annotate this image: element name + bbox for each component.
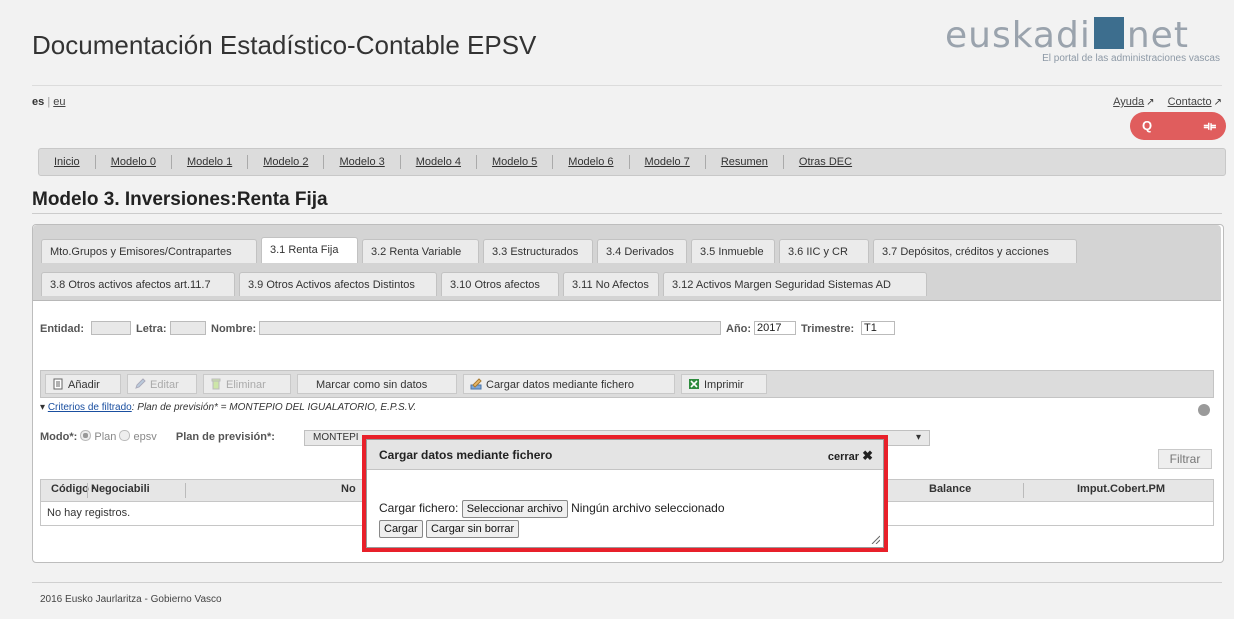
footer-divider <box>32 582 1222 583</box>
radio-plan-label: Plan <box>94 431 117 443</box>
dropdown-arrow-icon: ▾ <box>915 432 921 443</box>
contact-link[interactable]: Contacto <box>1168 96 1212 108</box>
nombre-input[interactable] <box>259 321 721 335</box>
utility-links: Ayuda ↗ Contacto ↗ <box>1103 96 1222 108</box>
criteria-toggle-icon[interactable] <box>1198 404 1210 416</box>
tab-derivados[interactable]: 3.4 Derivados <box>597 239 687 263</box>
lang-separator: | <box>47 96 51 108</box>
tab-renta-variable[interactable]: 3.2 Renta Variable <box>362 239 479 263</box>
trash-icon <box>211 378 221 390</box>
pencil-icon <box>135 378 146 389</box>
header-divider <box>32 85 1222 86</box>
col-imput-cobert[interactable]: Imput.Cobert.PM <box>1077 483 1165 495</box>
trimestre-label: Trimestre: <box>801 323 855 335</box>
plan-prevision-label: Plan de previsión*: <box>175 431 275 443</box>
excel-icon <box>689 379 699 389</box>
login-icon: ⟚ <box>1203 118 1216 133</box>
modo-row: Modo*: Plan epsv Plan de previsión*: <box>40 430 275 443</box>
tab-depositos[interactable]: 3.7 Depósitos, créditos y acciones <box>873 239 1077 263</box>
col-negociabilidad[interactable]: Negociabili <box>91 483 150 495</box>
col-nombre[interactable]: No <box>341 483 356 495</box>
main-nav: Inicio Modelo 0 Modelo 1 Modelo 2 Modelo… <box>38 148 1226 176</box>
tabs-container: Mto.Grupos y Emisores/Contrapartes 3.1 R… <box>33 225 1221 301</box>
nav-modelo-4[interactable]: Modelo 4 <box>401 155 478 169</box>
col-codigo[interactable]: Código · <box>51 483 96 495</box>
highlight-frame <box>362 435 888 552</box>
section-title: Modelo 3. Inversiones:Renta Fija <box>32 189 328 210</box>
tab-otros-activos-11-7[interactable]: 3.8 Otros activos afectos art.11.7 <box>41 272 235 296</box>
document-icon <box>53 378 63 390</box>
euskadi-net-logo[interactable]: euskadi net El portal de las administraci… <box>945 15 1230 73</box>
action-toolbar: Añadir Editar Eliminar Marcar como sin d… <box>40 370 1214 398</box>
radio-epsv[interactable] <box>119 430 131 441</box>
language-switcher: es | eu <box>32 96 65 108</box>
nav-modelo-0[interactable]: Modelo 0 <box>96 155 172 169</box>
anio-label: Año: <box>726 323 752 335</box>
logo-word-left: euskadi <box>945 15 1091 56</box>
delete-button[interactable]: Eliminar <box>203 374 291 394</box>
tab-otros-activos-distintos[interactable]: 3.9 Otros Activos afectos Distintos <box>239 272 437 296</box>
lang-es[interactable]: es <box>32 96 44 108</box>
nav-modelo-6[interactable]: Modelo 6 <box>553 155 630 169</box>
tab-activos-margen[interactable]: 3.12 Activos Margen Seguridad Sistemas A… <box>663 272 927 296</box>
entidad-input[interactable] <box>91 321 131 335</box>
col-balance[interactable]: Balance <box>929 483 971 495</box>
external-link-icon: ↗ <box>1146 97 1155 108</box>
nav-inicio[interactable]: Inicio <box>39 155 96 169</box>
radio-plan[interactable] <box>80 430 92 441</box>
col-divider <box>1023 483 1024 498</box>
mark-no-data-button[interactable]: Marcar como sin datos <box>297 374 457 394</box>
letra-label: Letra: <box>136 323 167 335</box>
logo-word-right: net <box>1126 15 1189 56</box>
tab-grupos-emisores[interactable]: Mto.Grupos y Emisores/Contrapartes <box>41 239 257 263</box>
load-file-button[interactable]: Cargar datos mediante fichero <box>463 374 675 394</box>
upload-icon <box>470 378 482 390</box>
help-link[interactable]: Ayuda <box>1113 96 1144 108</box>
col-divider <box>185 483 186 498</box>
anio-input[interactable]: 2017 <box>754 321 796 335</box>
modo-label: Modo*: <box>40 431 78 443</box>
nav-modelo-5[interactable]: Modelo 5 <box>477 155 554 169</box>
nav-otras-dec[interactable]: Otras DEC <box>784 155 867 169</box>
tab-iic-cr[interactable]: 3.6 IIC y CR <box>779 239 869 263</box>
edit-button[interactable]: Editar <box>127 374 197 394</box>
criteria-link[interactable]: Criterios de filtrado <box>48 402 132 413</box>
logo-person-icon <box>1093 17 1124 49</box>
nav-modelo-7[interactable]: Modelo 7 <box>630 155 706 169</box>
collapse-arrow-icon[interactable]: ▾ <box>40 402 45 413</box>
add-button[interactable]: Añadir <box>45 374 121 394</box>
page-title: Documentación Estadístico-Contable EPSV <box>32 30 537 60</box>
col-divider <box>87 483 88 498</box>
nav-modelo-2[interactable]: Modelo 2 <box>248 155 325 169</box>
section-divider <box>32 213 1222 214</box>
tab-estructurados[interactable]: 3.3 Estructurados <box>483 239 593 263</box>
letra-input[interactable] <box>170 321 206 335</box>
entidad-label: Entidad: <box>40 323 84 335</box>
trimestre-input[interactable]: T1 <box>861 321 895 335</box>
nav-modelo-3[interactable]: Modelo 3 <box>324 155 401 169</box>
filter-button[interactable]: Filtrar <box>1158 449 1212 469</box>
logo-tagline: El portal de las administraciones vascas <box>1042 53 1220 64</box>
plan-prevision-value: MONTEPI <box>313 432 359 443</box>
nombre-label: Nombre: <box>211 323 257 335</box>
tab-renta-fija[interactable]: 3.1 Renta Fija <box>261 237 358 263</box>
nav-resumen[interactable]: Resumen <box>706 155 784 169</box>
nav-modelo-1[interactable]: Modelo 1 <box>172 155 249 169</box>
footer-text: 2016 Eusko Jaurlaritza - Gobierno Vasco <box>40 594 222 605</box>
tab-otros-afectos[interactable]: 3.10 Otros afectos <box>441 272 559 296</box>
criteria-text: : Plan de previsión* = MONTEPIO DEL IGUA… <box>131 402 417 413</box>
lang-eu-link[interactable]: eu <box>53 96 65 108</box>
tab-no-afectos[interactable]: 3.11 No Afectos <box>563 272 659 296</box>
tab-inmueble[interactable]: 3.5 Inmueble <box>691 239 775 263</box>
filter-criteria: ▾ Criterios de filtrado: Plan de previsi… <box>40 402 416 413</box>
search-icon: Q <box>1142 118 1153 133</box>
empty-message: No hay registros. <box>47 507 131 519</box>
search-widget[interactable]: Q ⟚ <box>1130 112 1226 140</box>
external-link-icon: ↗ <box>1213 97 1222 108</box>
radio-epsv-label: epsv <box>133 431 157 443</box>
print-button[interactable]: Imprimir <box>681 374 767 394</box>
